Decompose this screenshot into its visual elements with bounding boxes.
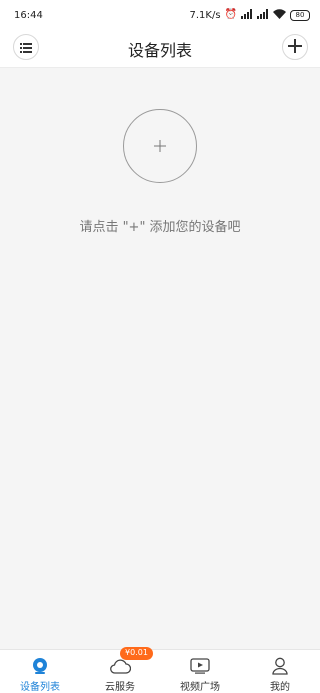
menu-button[interactable] — [13, 34, 39, 60]
device-list-icon — [29, 657, 51, 675]
tab-label: 视频广场 — [180, 682, 220, 693]
tab-device-list[interactable]: 设备列表 — [0, 650, 80, 693]
video-play-icon — [189, 657, 211, 675]
bottom-tabbar: 设备列表 ¥0.01 云服务 视频广场 我的 — [0, 647, 320, 693]
tab-video-square[interactable]: 视频广场 — [160, 650, 240, 693]
wifi-icon — [273, 8, 286, 22]
tab-label: 我的 — [270, 682, 290, 693]
plus-icon — [288, 38, 302, 57]
add-device-button[interactable] — [282, 34, 308, 60]
tab-mine[interactable]: 我的 — [240, 650, 320, 693]
signal-icon — [241, 8, 253, 22]
add-device-circle-button[interactable] — [123, 109, 197, 183]
empty-hint: 请点击 "+" 添加您的设备吧 — [79, 220, 241, 235]
status-bar: 16:44 7.1K/s ⏰ 80 — [0, 0, 320, 30]
tab-label: 云服务 — [105, 682, 135, 693]
device-list-empty: 请点击 "+" 添加您的设备吧 — [0, 69, 320, 649]
user-icon — [269, 657, 291, 675]
signal-icon — [257, 8, 269, 22]
app-header: 设备列表 — [0, 30, 320, 68]
alarm-icon: ⏰ — [224, 9, 237, 20]
net-speed: 7.1K/s — [189, 9, 221, 21]
status-time: 16:44 — [14, 9, 43, 21]
tab-label: 设备列表 — [20, 682, 60, 693]
battery-icon: 80 — [290, 9, 310, 21]
page-title: 设备列表 — [127, 40, 192, 60]
plus-icon — [154, 136, 166, 157]
list-icon — [20, 38, 32, 57]
price-badge: ¥0.01 — [120, 647, 153, 660]
tab-cloud-service[interactable]: ¥0.01 云服务 — [80, 647, 160, 693]
status-icons: 7.1K/s ⏰ 80 — [189, 8, 310, 22]
